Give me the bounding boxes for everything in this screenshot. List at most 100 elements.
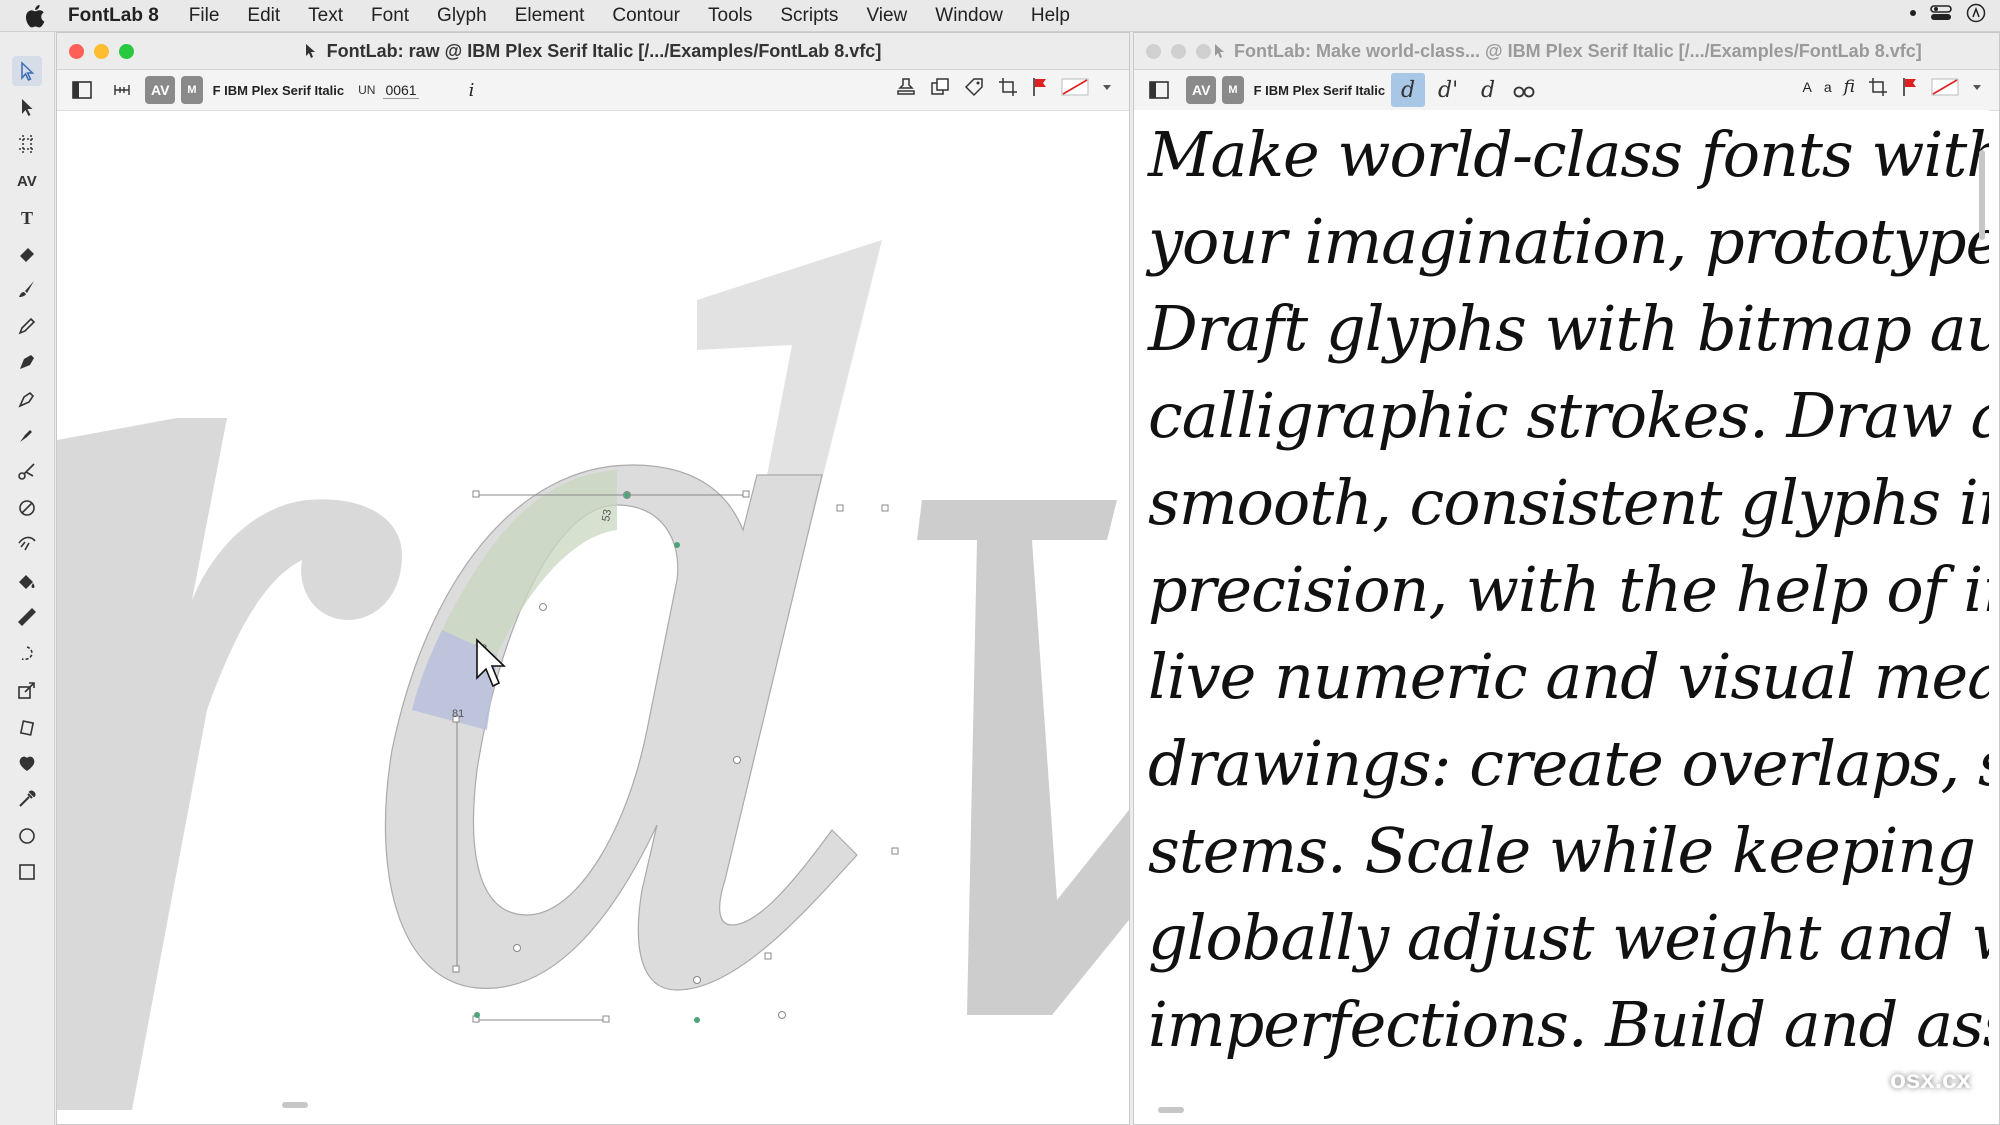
svg-text:T: T — [21, 208, 33, 228]
horizontal-scrollbar[interactable] — [282, 1102, 308, 1108]
element-tool-icon[interactable] — [12, 92, 42, 122]
magnet-tool-icon[interactable] — [12, 529, 42, 559]
stroke-pen-icon[interactable] — [12, 420, 42, 450]
user-icon[interactable] — [1966, 3, 1986, 23]
shapes-tool-icon[interactable] — [12, 748, 42, 778]
menu-edit[interactable]: Edit — [247, 5, 280, 27]
pointer-icon — [1215, 44, 1224, 58]
preview-line[interactable]: stems. Scale while keeping str — [1148, 814, 1989, 887]
glyph-button-d-alt[interactable]: d — [1471, 73, 1505, 107]
tag-icon[interactable] — [963, 76, 985, 98]
preview-line[interactable]: live numeric and visual meas — [1148, 640, 1989, 713]
font-name-label[interactable]: F IBM Plex Serif Italic — [213, 83, 345, 98]
eyedropper-tool-icon[interactable] — [12, 784, 42, 814]
preview-line[interactable]: globally adjust weight and wi — [1148, 901, 1989, 974]
color-swatch-icon[interactable] — [1931, 76, 1959, 98]
binoculars-icon[interactable] — [1513, 76, 1535, 104]
preview-line[interactable]: Make world-class fonts with F — [1148, 118, 1989, 191]
lasso-tool-icon[interactable] — [12, 639, 42, 669]
kerning-tool-icon[interactable]: AV — [12, 165, 42, 195]
rapid-tool-icon[interactable] — [12, 384, 42, 414]
minimize-button[interactable] — [94, 44, 109, 59]
text-preview-area[interactable]: Make world-class fonts with F your imagi… — [1134, 110, 1989, 1115]
font-name-label[interactable]: F IBM Plex Serif Italic — [1254, 83, 1386, 98]
preview-line[interactable]: calligraphic strokes. Draw an — [1148, 379, 1989, 452]
glyph-button-d[interactable]: d — [1391, 73, 1426, 107]
apple-icon[interactable] — [22, 2, 50, 30]
preview-line[interactable]: drawings: create overlaps, sin — [1148, 727, 1989, 800]
glyph-button-d-prime[interactable]: d' — [1431, 73, 1465, 107]
brush-tool-icon[interactable] — [12, 274, 42, 304]
dot-icon[interactable] — [1910, 10, 1916, 16]
preview-line[interactable]: your imagination, prototype a — [1148, 205, 1989, 278]
close-button[interactable] — [69, 44, 84, 59]
chevron-down-icon[interactable] — [1101, 76, 1113, 98]
menu-window[interactable]: Window — [935, 5, 1003, 27]
color-swatch-icon[interactable] — [1061, 76, 1089, 98]
menu-text[interactable]: Text — [308, 5, 343, 27]
metrics-mode-button[interactable]: M — [181, 76, 203, 104]
menu-contour[interactable]: Contour — [612, 5, 680, 27]
horizontal-scrollbar[interactable] — [1158, 1107, 1184, 1113]
zoom-button[interactable] — [119, 44, 134, 59]
kerning-toggle-button[interactable]: AV — [1186, 76, 1217, 104]
text-tool-icon[interactable]: T — [12, 202, 42, 232]
glyph-window-titlebar: FontLab: raw @ IBM Plex Serif Italic [/.… — [57, 33, 1129, 70]
crop-icon[interactable] — [1867, 76, 1889, 98]
unicode-field[interactable]: 0061 — [383, 82, 419, 99]
metrics-mode-button[interactable]: M — [1222, 76, 1244, 104]
glyph-v-shape — [917, 500, 1129, 1015]
preview-line[interactable]: smooth, consistent glyphs in f — [1148, 466, 1989, 539]
vertical-scrollbar[interactable] — [1979, 150, 1985, 240]
ellipse-tool-icon[interactable] — [12, 821, 42, 851]
preview-toolbar: AV M F IBM Plex Serif Italic d d' d A a … — [1134, 70, 1999, 111]
preview-line[interactable]: Draft glyphs with bitmap auto — [1148, 292, 1989, 365]
eraser-tool-icon[interactable] — [12, 238, 42, 268]
sidebar-toggle-icon[interactable] — [71, 76, 93, 104]
menu-tools[interactable]: Tools — [708, 5, 752, 27]
uppercase-button[interactable]: A — [1803, 79, 1812, 95]
menu-glyph[interactable]: Glyph — [437, 5, 487, 27]
glyph-window: FontLab: raw @ IBM Plex Serif Italic [/.… — [56, 32, 1130, 1125]
app-menu[interactable]: FontLab 8 — [68, 5, 159, 27]
preview-line[interactable]: imperfections. Build and asse — [1148, 988, 1989, 1061]
sidebar-toggle-icon[interactable] — [1148, 76, 1170, 104]
pencil-tool-icon[interactable] — [12, 311, 42, 341]
knife-tool-icon[interactable] — [12, 493, 42, 523]
metrics-toggle-icon[interactable] — [111, 76, 133, 104]
close-button[interactable] — [1146, 44, 1161, 59]
ligature-button[interactable]: fi — [1844, 77, 1855, 97]
flag-icon[interactable] — [1031, 76, 1049, 98]
glyph-toolbar: AV M F IBM Plex Serif Italic UN 0061 i — [57, 70, 1129, 111]
fill-tool-icon[interactable] — [12, 566, 42, 596]
menu-view[interactable]: View — [866, 5, 907, 27]
scale-tool-icon[interactable] — [12, 675, 42, 705]
glyph-canvas[interactable]: 53 73 81 — [57, 110, 1129, 1110]
layers-icon[interactable] — [929, 76, 951, 98]
kerning-toggle-button[interactable]: AV — [145, 76, 176, 104]
zoom-button[interactable] — [1196, 44, 1211, 59]
menu-element[interactable]: Element — [515, 5, 585, 27]
flag-icon[interactable] — [1901, 76, 1919, 98]
chevron-down-icon[interactable] — [1971, 76, 1983, 98]
rotate-tool-icon[interactable] — [12, 712, 42, 742]
contour-tool-icon[interactable] — [12, 56, 42, 86]
metrics-tool-icon[interactable] — [12, 129, 42, 159]
menu-help[interactable]: Help — [1031, 5, 1070, 27]
menu-scripts[interactable]: Scripts — [780, 5, 838, 27]
lowercase-button[interactable]: a — [1824, 79, 1832, 95]
rectangle-tool-icon[interactable] — [12, 857, 42, 887]
control-center-icon[interactable] — [1930, 4, 1952, 22]
scissors-tool-icon[interactable] — [12, 456, 42, 486]
ruler-tool-icon[interactable] — [12, 602, 42, 632]
minimize-button[interactable] — [1171, 44, 1186, 59]
pen-tool-icon[interactable] — [12, 347, 42, 377]
glyph-a-outline — [384, 464, 858, 991]
watermark-text: osx.cx — [1890, 1064, 1971, 1094]
info-icon[interactable]: i — [469, 80, 475, 101]
stamp-icon[interactable] — [895, 76, 917, 98]
crop-icon[interactable] — [997, 76, 1019, 98]
menu-font[interactable]: Font — [371, 5, 409, 27]
preview-line[interactable]: precision, with the help of int — [1148, 553, 1989, 626]
menu-file[interactable]: File — [189, 5, 220, 27]
